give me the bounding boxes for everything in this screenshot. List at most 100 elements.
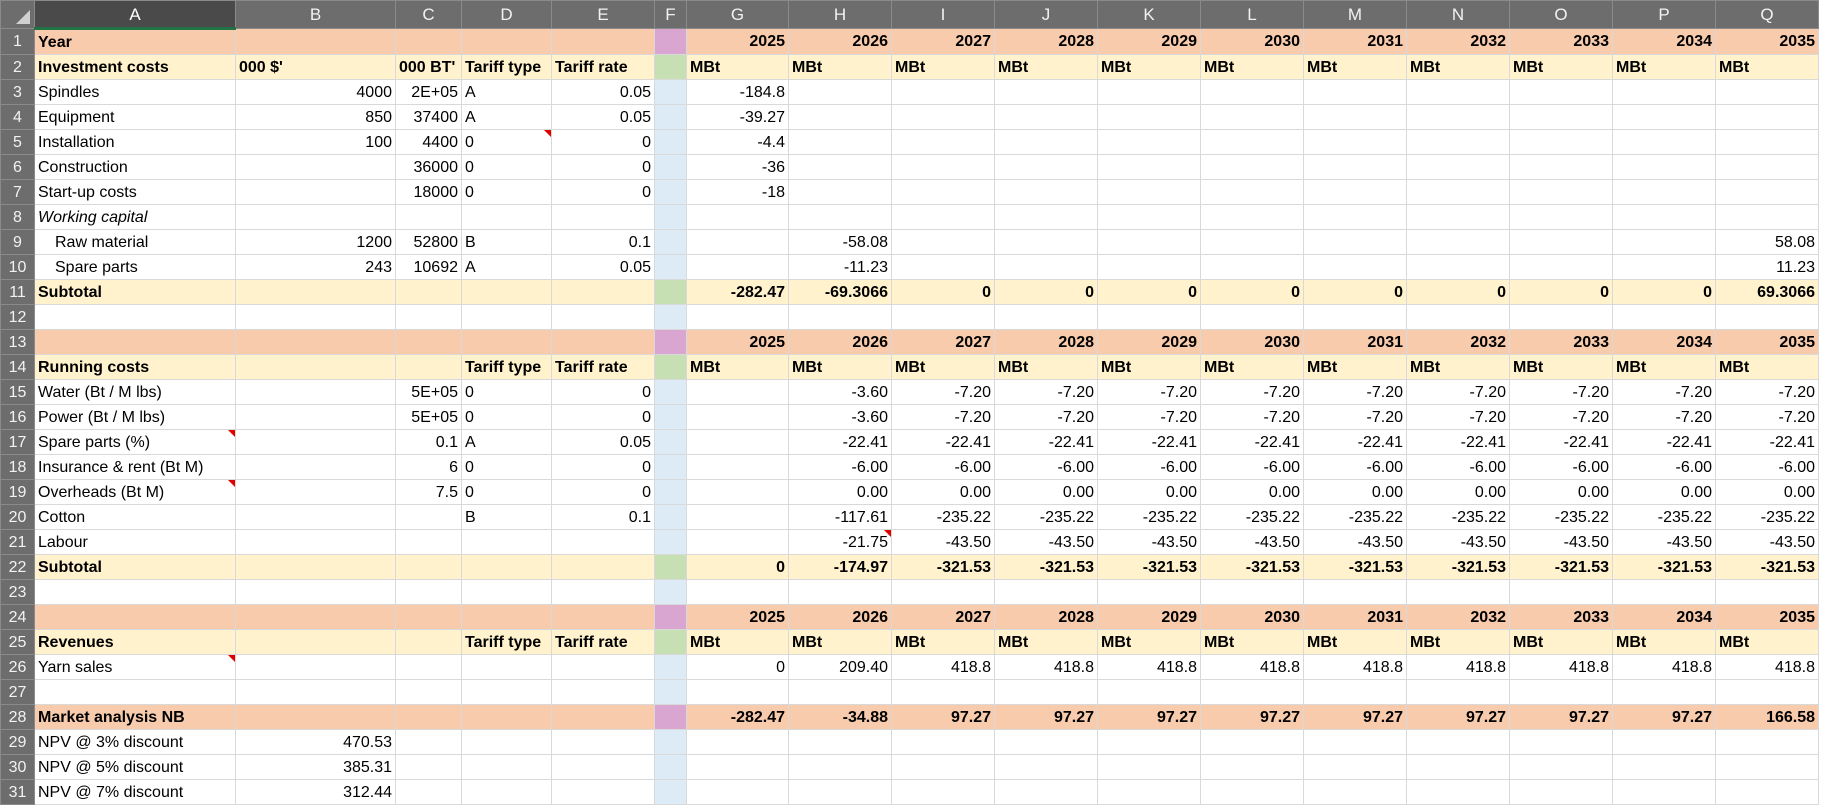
cell-m14[interactable]: MBt	[1303, 354, 1407, 380]
cell-o13[interactable]: 2033	[1509, 329, 1613, 355]
cell-l7[interactable]	[1200, 179, 1304, 205]
cell-p29[interactable]	[1612, 729, 1716, 755]
cell-f9[interactable]	[654, 229, 687, 255]
cell-e13[interactable]	[551, 329, 655, 355]
cell-d1[interactable]	[461, 28, 552, 55]
cell-i13[interactable]: 2027	[891, 329, 995, 355]
cell-g27[interactable]	[686, 679, 789, 705]
cell-k24[interactable]: 2029	[1097, 604, 1201, 630]
cell-n1[interactable]: 2032	[1406, 28, 1510, 55]
cell-k8[interactable]	[1097, 204, 1201, 230]
cell-h6[interactable]	[788, 154, 892, 180]
cell-p12[interactable]	[1612, 304, 1716, 330]
cell-e5[interactable]: 0	[551, 129, 655, 155]
cell-k11[interactable]: 0	[1097, 279, 1201, 305]
row-header[interactable]: 14	[0, 354, 35, 380]
cell-m15[interactable]: -7.20	[1303, 379, 1407, 405]
row-header[interactable]: 5	[0, 129, 35, 155]
cell-d25[interactable]: Tariff type	[461, 629, 552, 655]
cell-c4[interactable]: 37400	[395, 104, 462, 130]
cell-i2[interactable]: MBt	[891, 54, 995, 80]
cell-k17[interactable]: -22.41	[1097, 429, 1201, 455]
cell-l13[interactable]: 2030	[1200, 329, 1304, 355]
cell-h29[interactable]	[788, 729, 892, 755]
cell-b24[interactable]	[235, 604, 396, 630]
cell-e26[interactable]	[551, 654, 655, 680]
cell-b18[interactable]	[235, 454, 396, 480]
cell-h1[interactable]: 2026	[788, 28, 892, 55]
cell-i3[interactable]	[891, 79, 995, 105]
cell-a29[interactable]: NPV @ 3% discount	[34, 729, 236, 755]
cell-m4[interactable]	[1303, 104, 1407, 130]
cell-k13[interactable]: 2029	[1097, 329, 1201, 355]
cell-d26[interactable]	[461, 654, 552, 680]
cell-c8[interactable]	[395, 204, 462, 230]
cell-p27[interactable]	[1612, 679, 1716, 705]
cell-p25[interactable]: MBt	[1612, 629, 1716, 655]
cell-b12[interactable]	[235, 304, 396, 330]
cell-c28[interactable]	[395, 704, 462, 730]
cell-g3[interactable]: -184.8	[686, 79, 789, 105]
cell-i15[interactable]: -7.20	[891, 379, 995, 405]
cell-d3[interactable]: A	[461, 79, 552, 105]
row-header[interactable]: 27	[0, 679, 35, 705]
cell-k20[interactable]: -235.22	[1097, 504, 1201, 530]
row-header[interactable]: 11	[0, 279, 35, 305]
cell-q29[interactable]	[1715, 729, 1819, 755]
cell-p2[interactable]: MBt	[1612, 54, 1716, 80]
cell-h5[interactable]	[788, 129, 892, 155]
cell-p20[interactable]: -235.22	[1612, 504, 1716, 530]
cell-g21[interactable]	[686, 529, 789, 555]
cell-o21[interactable]: -43.50	[1509, 529, 1613, 555]
cell-b3[interactable]: 4000	[235, 79, 396, 105]
cell-c12[interactable]	[395, 304, 462, 330]
cell-m10[interactable]	[1303, 254, 1407, 280]
column-header-j[interactable]: J	[994, 0, 1098, 29]
cell-i6[interactable]	[891, 154, 995, 180]
cell-i22[interactable]: -321.53	[891, 554, 995, 580]
cell-e14[interactable]: Tariff rate	[551, 354, 655, 380]
cell-d17[interactable]: A	[461, 429, 552, 455]
cell-e22[interactable]	[551, 554, 655, 580]
row-header[interactable]: 16	[0, 404, 35, 430]
cell-e20[interactable]: 0.1	[551, 504, 655, 530]
cell-j25[interactable]: MBt	[994, 629, 1098, 655]
cell-o26[interactable]: 418.8	[1509, 654, 1613, 680]
cell-f2[interactable]	[654, 54, 687, 80]
cell-n29[interactable]	[1406, 729, 1510, 755]
cell-m8[interactable]	[1303, 204, 1407, 230]
cell-i30[interactable]	[891, 754, 995, 780]
cell-d20[interactable]: B	[461, 504, 552, 530]
cell-j7[interactable]	[994, 179, 1098, 205]
cell-d27[interactable]	[461, 679, 552, 705]
cell-e10[interactable]: 0.05	[551, 254, 655, 280]
cell-m11[interactable]: 0	[1303, 279, 1407, 305]
cell-b7[interactable]	[235, 179, 396, 205]
cell-q3[interactable]	[1715, 79, 1819, 105]
cell-f1[interactable]	[654, 28, 687, 55]
cell-h19[interactable]: 0.00	[788, 479, 892, 505]
cell-b31[interactable]: 312.44	[235, 779, 396, 805]
cell-o10[interactable]	[1509, 254, 1613, 280]
cell-c13[interactable]	[395, 329, 462, 355]
cell-d14[interactable]: Tariff type	[461, 354, 552, 380]
cell-e6[interactable]: 0	[551, 154, 655, 180]
row-header[interactable]: 10	[0, 254, 35, 280]
cell-l1[interactable]: 2030	[1200, 28, 1304, 55]
row-header[interactable]: 15	[0, 379, 35, 405]
cell-m2[interactable]: MBt	[1303, 54, 1407, 80]
cell-a20[interactable]: Cotton	[34, 504, 236, 530]
cell-e18[interactable]: 0	[551, 454, 655, 480]
cell-d18[interactable]: 0	[461, 454, 552, 480]
cell-j2[interactable]: MBt	[994, 54, 1098, 80]
cell-c7[interactable]: 18000	[395, 179, 462, 205]
cell-table[interactable]: ABCDEFGHIJKLMNOPQ 1 Year 2025 2026 2027 2028 2…	[0, 0, 1819, 805]
cell-i31[interactable]	[891, 779, 995, 805]
cell-h24[interactable]: 2026	[788, 604, 892, 630]
cell-b16[interactable]	[235, 404, 396, 430]
cell-i5[interactable]	[891, 129, 995, 155]
cell-q25[interactable]: MBt	[1715, 629, 1819, 655]
cell-l10[interactable]	[1200, 254, 1304, 280]
cell-e23[interactable]	[551, 579, 655, 605]
cell-b23[interactable]	[235, 579, 396, 605]
